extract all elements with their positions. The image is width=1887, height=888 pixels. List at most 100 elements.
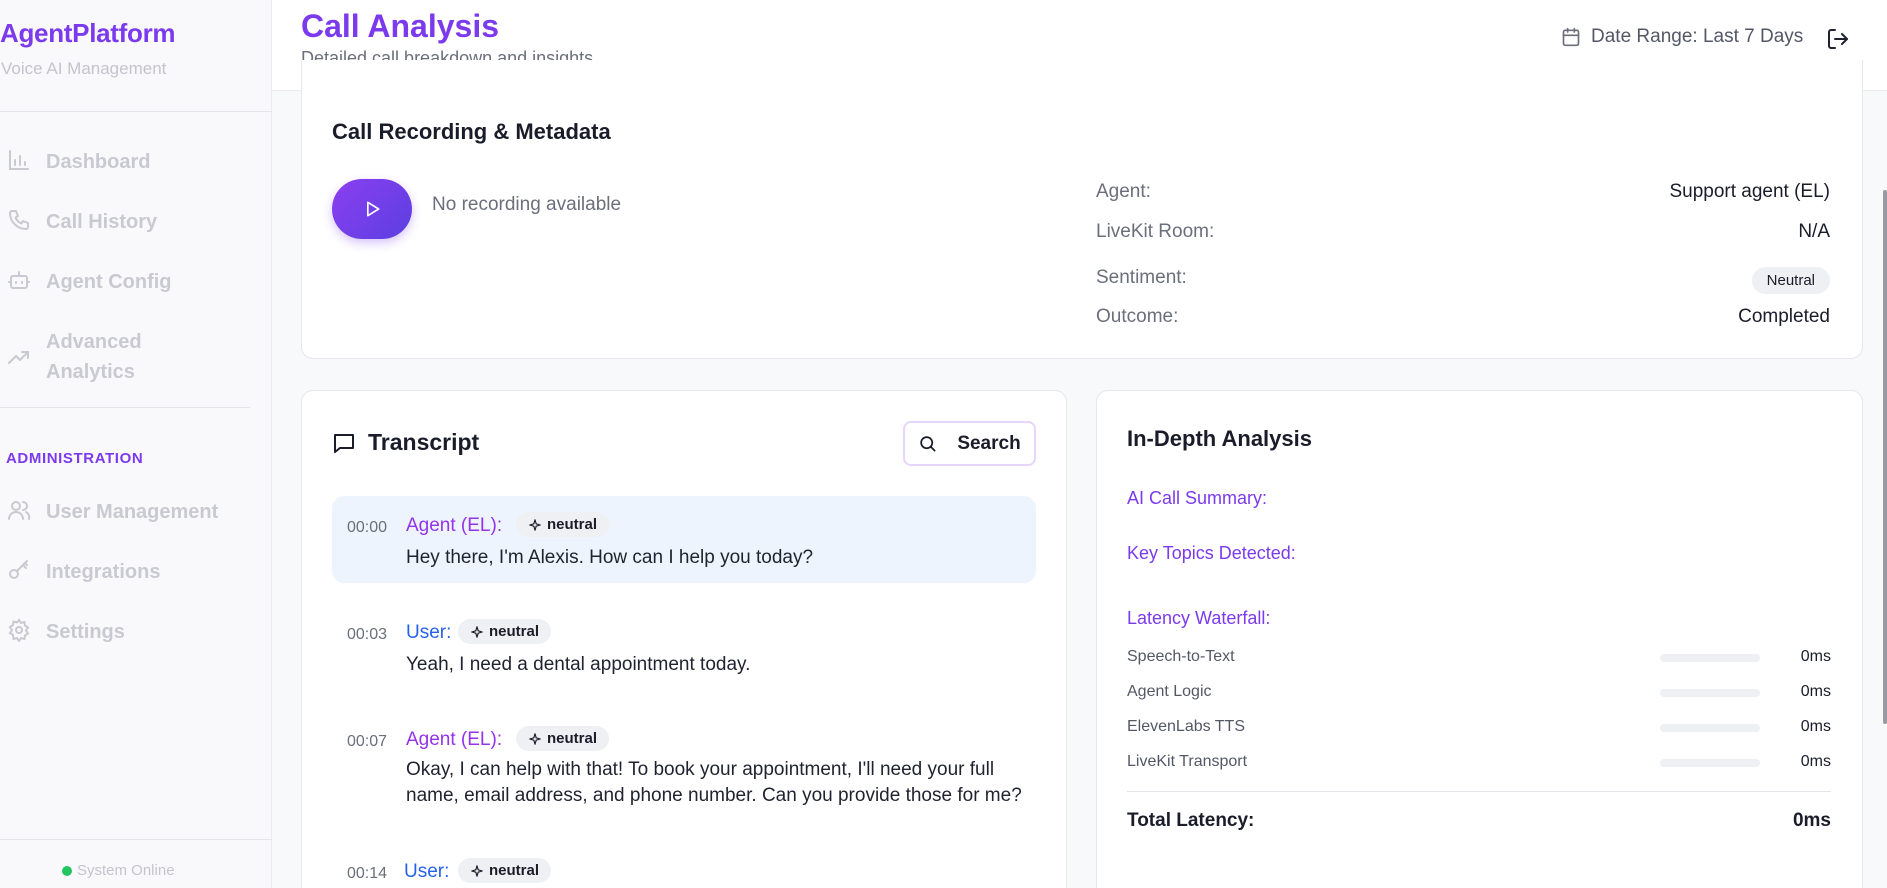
message-speaker: User: [406, 622, 452, 643]
sidebar-divider [0, 407, 250, 408]
sparkle-icon [471, 864, 483, 877]
sentiment-tag-label: neutral [489, 623, 540, 640]
total-latency-label: Total Latency: [1127, 810, 1255, 831]
chat-icon [334, 433, 354, 453]
latency-name: Speech-to-Text [1127, 648, 1235, 665]
meta-key: Outcome: [1096, 306, 1179, 327]
key-topics-label: Key Topics Detected: [1127, 543, 1296, 563]
meta-row-outcome: Outcome: Completed [1096, 306, 1830, 328]
sidebar-item-agent-config[interactable]: Agent Config [0, 267, 260, 297]
page-title: Call Analysis [301, 8, 500, 44]
meta-key: Agent: [1096, 181, 1151, 202]
logout-icon[interactable] [1826, 27, 1850, 51]
calendar-icon [1562, 27, 1580, 47]
total-latency-row: Total Latency: 0ms [1127, 810, 1831, 832]
admin-section-heading: ADMINISTRATION [6, 450, 144, 467]
transcript-message: 00:07 Agent (EL): neutral Okay, I can he… [332, 711, 1036, 811]
latency-value: 0ms [1800, 648, 1831, 665]
latency-name: ElevenLabs TTS [1127, 718, 1245, 735]
sentiment-tag: neutral [516, 726, 610, 751]
play-button[interactable] [332, 179, 412, 239]
message-text: Hey there, I'm Alexis. How can I help yo… [406, 547, 814, 568]
sentiment-tag: neutral [458, 858, 552, 883]
sentiment-tag-label: neutral [547, 516, 598, 533]
meta-row-room: LiveKit Room: N/A [1096, 221, 1830, 243]
message-timestamp: 00:07 [347, 733, 388, 750]
message-text: Yeah, I need a dental appointment today. [406, 654, 751, 675]
sidebar-item-advanced-analytics[interactable]: Advanced Analytics [0, 327, 260, 387]
metadata-title: Call Recording & Metadata [332, 119, 611, 144]
bar-chart-icon [6, 147, 32, 173]
meta-row-sentiment: Sentiment: Neutral [1096, 261, 1830, 294]
sidebar-item-settings[interactable]: Settings [0, 617, 260, 647]
meta-value: Completed [1738, 306, 1830, 327]
sentiment-badge: Neutral [1751, 267, 1830, 294]
sidebar-item-label: Call History [46, 211, 158, 233]
sentiment-tag-label: neutral [547, 730, 598, 747]
sidebar-item-user-management[interactable]: User Management [0, 497, 260, 527]
latency-bar [1660, 759, 1760, 767]
latency-bar [1660, 654, 1760, 662]
system-status: System Online [62, 862, 175, 879]
analysis-title: In-Depth Analysis [1127, 426, 1312, 451]
sidebar-item-label: User Management [46, 501, 219, 523]
date-range-selector[interactable]: Date Range: Last 7 Days [1561, 26, 1803, 48]
sidebar-item-call-history[interactable]: Call History [0, 207, 260, 237]
brand-subtitle: Voice AI Management [1, 59, 167, 78]
date-range-label: Date Range: Last 7 Days [1591, 26, 1804, 47]
sidebar: AgentPlatform Voice AI Management Dashbo… [0, 0, 272, 888]
message-timestamp: 00:03 [347, 626, 388, 643]
transcript-title-label: Transcript [368, 429, 480, 455]
sparkle-icon [529, 732, 541, 745]
latency-name: LiveKit Transport [1127, 753, 1248, 770]
search-button[interactable]: Search [903, 421, 1036, 466]
meta-row-agent: Agent: Support agent (EL) [1096, 181, 1830, 203]
sidebar-divider [0, 111, 272, 112]
sparkle-icon [529, 518, 541, 531]
latency-value: 0ms [1800, 753, 1831, 770]
transcript-title: Transcript [332, 429, 479, 456]
sidebar-item-label: Agent Config [46, 271, 172, 293]
sentiment-tag-label: neutral [489, 862, 540, 879]
latency-name: Agent Logic [1127, 683, 1212, 700]
sidebar-divider [0, 839, 272, 840]
message-timestamp: 00:00 [347, 519, 388, 536]
total-latency-value: 0ms [1792, 810, 1831, 831]
latency-row: ElevenLabs TTS 0ms [1127, 718, 1831, 738]
sparkle-icon [471, 625, 483, 638]
system-status-label: System Online [77, 862, 175, 879]
analysis-card: In-Depth Analysis AI Call Summary: Key T… [1096, 390, 1863, 888]
page-scrollbar[interactable] [1883, 190, 1887, 724]
message-speaker: Agent (EL): [406, 729, 503, 750]
sidebar-item-integrations[interactable]: Integrations [0, 557, 260, 587]
transcript-message: 00:14 User: neutral [332, 843, 1036, 883]
sidebar-item-dashboard[interactable]: Dashboard [0, 147, 260, 177]
latency-row: LiveKit Transport 0ms [1127, 753, 1831, 773]
play-icon [367, 201, 380, 217]
sentiment-tag: neutral [458, 619, 552, 644]
sidebar-item-label: Advanced Analytics [46, 331, 142, 383]
search-icon [920, 436, 936, 452]
search-label: Search [957, 432, 1021, 454]
no-recording-text: No recording available [432, 194, 622, 215]
online-dot-icon [62, 865, 72, 876]
sidebar-item-label: Dashboard [46, 151, 151, 173]
sidebar-item-label: Settings [46, 621, 125, 643]
total-divider [1127, 791, 1831, 792]
transcript-message: 00:00 Agent (EL): neutral Hey there, I'm… [332, 496, 1036, 583]
phone-icon [6, 207, 32, 233]
meta-value: Support agent (EL) [1669, 181, 1830, 202]
message-speaker: Agent (EL): [406, 515, 503, 536]
trending-up-icon [6, 345, 32, 371]
message-speaker: User: [404, 861, 450, 882]
users-icon [6, 497, 32, 523]
latency-waterfall-label: Latency Waterfall: [1127, 608, 1271, 628]
latency-row: Speech-to-Text 0ms [1127, 648, 1831, 668]
key-icon [6, 557, 32, 583]
message-timestamp: 00:14 [347, 865, 388, 882]
latency-bar [1660, 689, 1760, 697]
transcript-card: Transcript Search 00:00 Agent (EL): neut… [301, 390, 1067, 888]
sidebar-item-label: Integrations [46, 561, 161, 583]
brand-logo: AgentPlatform [0, 18, 176, 48]
latency-value: 0ms [1800, 718, 1831, 735]
